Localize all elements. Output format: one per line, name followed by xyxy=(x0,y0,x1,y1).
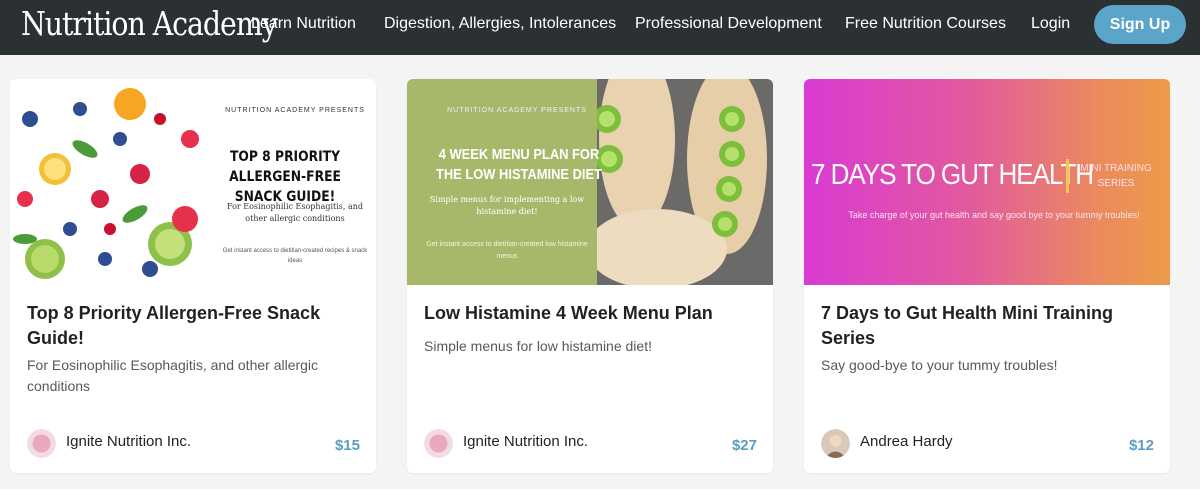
nav-login[interactable]: Login xyxy=(1031,15,1070,33)
course-title[interactable]: Low Histamine 4 Week Menu Plan xyxy=(424,301,754,326)
course-card[interactable]: 7 DAYS TO GUT HEALTH MINI TRAINING SERIE… xyxy=(804,79,1170,473)
course-subtitle: Say good-bye to your tummy troubles! xyxy=(821,357,1058,373)
course-thumbnail[interactable]: NUTRITION ACADEMY PRESENTS 4 WEEK MENU P… xyxy=(407,79,773,285)
thumb-headline: TOP 8 PRIORITY ALLERGEN-FREE SNACK GUIDE… xyxy=(229,149,341,205)
nav-professional-development[interactable]: Professional Development xyxy=(635,15,822,33)
thumb-headline: 7 DAYS TO GUT HEALTH xyxy=(811,159,1094,191)
thumb-tagline: Take charge of your gut health and say g… xyxy=(848,210,1140,220)
course-thumbnail[interactable]: NUTRITION ACADEMY PRESENTS TOP 8 PRIORIT… xyxy=(10,79,376,285)
author-avatar xyxy=(424,429,453,458)
author-avatar xyxy=(821,429,850,458)
course-price: $15 xyxy=(334,437,360,454)
thumb-divider xyxy=(1066,159,1069,193)
course-title[interactable]: Top 8 Priority Allergen-Free Snack Guide… xyxy=(27,301,357,351)
course-card[interactable]: NUTRITION ACADEMY PRESENTS 4 WEEK MENU P… xyxy=(407,79,773,473)
author-name: Andrea Hardy xyxy=(860,433,953,450)
brand-logo[interactable]: Nutrition Academy xyxy=(21,3,278,45)
author-name: Ignite Nutrition Inc. xyxy=(463,433,589,450)
thumb-mini-label: MINI TRAINING SERIES xyxy=(1080,163,1152,189)
course-subtitle: For Eosinophilic Esophagitis, and other … xyxy=(27,357,319,394)
thumb-footnote: Get instant access to dietitian-created … xyxy=(426,241,588,260)
author-name: Ignite Nutrition Inc. xyxy=(66,433,192,450)
author-avatar xyxy=(27,429,56,458)
thumb-subtext: For Eosinophilic Esophagitis, and other … xyxy=(226,202,364,223)
fruit-illustration xyxy=(13,88,199,279)
course-title[interactable]: 7 Days to Gut Health Mini Training Serie… xyxy=(821,301,1151,351)
toast-photo xyxy=(597,79,767,285)
thumb-footnote: Get instant access to dietitian-created … xyxy=(222,248,368,264)
thumb-headline: 4 WEEK MENU PLAN FOR THE LOW HISTAMINE D… xyxy=(435,146,603,183)
course-card[interactable]: NUTRITION ACADEMY PRESENTS TOP 8 PRIORIT… xyxy=(10,79,376,473)
nav-digestion-allergies[interactable]: Digestion, Allergies, Intolerances xyxy=(384,15,616,33)
course-subtitle: Simple menus for low histamine diet! xyxy=(424,338,652,354)
thumb-presents: NUTRITION ACADEMY PRESENTS xyxy=(225,107,365,114)
thumb-presents: NUTRITION ACADEMY PRESENTS xyxy=(447,107,587,114)
course-thumbnail[interactable]: 7 DAYS TO GUT HEALTH MINI TRAINING SERIE… xyxy=(804,79,1170,285)
top-navigation: Nutrition Academy Learn Nutrition Digest… xyxy=(0,0,1200,55)
signup-button[interactable]: Sign Up xyxy=(1094,5,1186,44)
course-price: $12 xyxy=(1128,437,1154,454)
course-price: $27 xyxy=(731,437,757,454)
thumb-subtext: Simple menus for implementing a low hist… xyxy=(429,195,585,216)
nav-free-courses[interactable]: Free Nutrition Courses xyxy=(845,15,1006,33)
nav-learn-nutrition[interactable]: Learn Nutrition xyxy=(251,15,356,33)
